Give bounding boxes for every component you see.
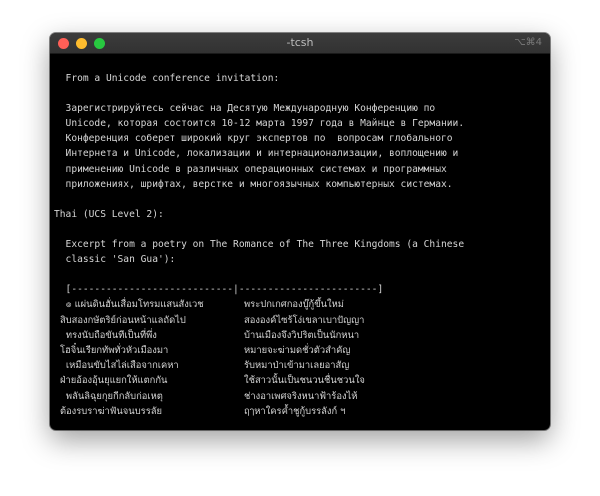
terminal-line: classic 'San Gua'): [54,254,176,266]
terminal-output[interactable]: From a Unicode conference invitation: За… [54,71,546,426]
terminal-line: Зарегистрируйтесь сейчас на Десятую Межд… [54,103,436,115]
poem-row: โฮจิ๋นเรียกทัพทั่วหัวเมืองมา หมายจะฆ่ามดช… [54,343,546,358]
terminal-line: Конференция соберет широкий круг эксперт… [54,133,453,145]
poem-verse-left: สิบสองกษัตริย์ก่อนหน้าแลถัดไป [54,314,186,326]
poem-row: พลันลิฉุยกุยกีกลับก่อเหตุ ช่างอาเพศจริงหน… [54,389,546,404]
terminal-line: Интернета и Unicode, локализации и интер… [54,148,459,160]
terminal-line: приложениях, шрифтах, верстке и многоязы… [54,178,453,190]
terminal-line: [----------------------------|----------… [54,284,384,296]
poem-verse-right: ฤๅหาใครค้ำชูกู้บรรลังก์ ฯ [244,405,346,417]
poem-verse-left: ฝ่ายอ้องอุ้นยุแยกให้แตกกัน [54,375,168,387]
poem-verse-right: พระปกเกศกองบู๊กู้ขึ้นใหม่ [244,299,344,311]
poem-verse-right: หมายจะฆ่ามดชั่วตัวสำคัญ [244,344,351,356]
terminal-line: Excerpt from a poetry on The Romance of … [54,239,465,251]
poem-verse-left: เหมือนขับไสไล่เสือจากเคหา [54,360,179,372]
poem-row: สิบสองกษัตริย์ก่อนหน้าแลถัดไป สององค์ไซร้… [54,313,546,328]
poem-row: เหมือนขับไสไล่เสือจากเคหา รับหมาป่าเข้ามา… [54,358,546,373]
poem-verse-left: พลันลิฉุยกุยกีกลับก่อเหตุ [54,390,163,402]
poem-verse-left: ๏ แผ่นดินฮั่นเสื่อมโทรมแสนสังเวช [54,299,204,311]
terminal-line: применению Unicode в различных операцион… [54,163,447,175]
poem-verse-right: ช่างอาเพศจริงหนาฟ้าร้องไห้ [244,390,358,402]
poem-verse-right: บ้านเมืองจึงวิปริตเป็นนักหนา [244,329,360,341]
poem-verse-right: สององค์ไซร้โง่เขลาเบาปัญญา [244,314,365,326]
poem-verse-left: ต้องรบราฆ่าฟันจนบรรลัย [54,405,162,417]
poem-verse-left: ทรงนับถือขันทีเป็นที่พึ่ง [54,329,157,341]
terminal-line: Unicode, которая состоится 10-12 марта 1… [54,118,465,130]
poem-row: ๏ แผ่นดินฮั่นเสื่อมโทรมแสนสังเวช พระปกเกศ… [54,297,546,312]
title-bar[interactable]: -tcsh ⌥⌘4 [50,33,550,54]
terminal-line: Thai (UCS Level 2): [54,208,164,220]
poem-row: ฝ่ายอ้องอุ้นยุแยกให้แตกกัน ใช้สาวนั้นเป็น… [54,373,546,388]
poem-row: ต้องรบราฆ่าฟันจนบรรลัย ฤๅหาใครค้ำชูกู้บรร… [54,404,546,419]
window-shortcut: ⌥⌘4 [514,37,542,48]
terminal-line: From a Unicode conference invitation: [54,73,280,84]
poem-verse-left: โฮจิ๋นเรียกทัพทั่วหัวเมืองมา [54,344,169,356]
poem-row: ทรงนับถือขันทีเป็นที่พึ่ง บ้านเมืองจึงวิป… [54,328,546,343]
terminal-window: -tcsh ⌥⌘4 From a Unicode conference invi… [50,33,550,430]
poem-verse-right: ใช้สาวนั้นเป็นชนวนชื่นชวนใจ [244,375,365,387]
window-title: -tcsh [286,36,314,49]
poem-verse-right: รับหมาป่าเข้ามาเลยอาสัญ [244,360,350,372]
